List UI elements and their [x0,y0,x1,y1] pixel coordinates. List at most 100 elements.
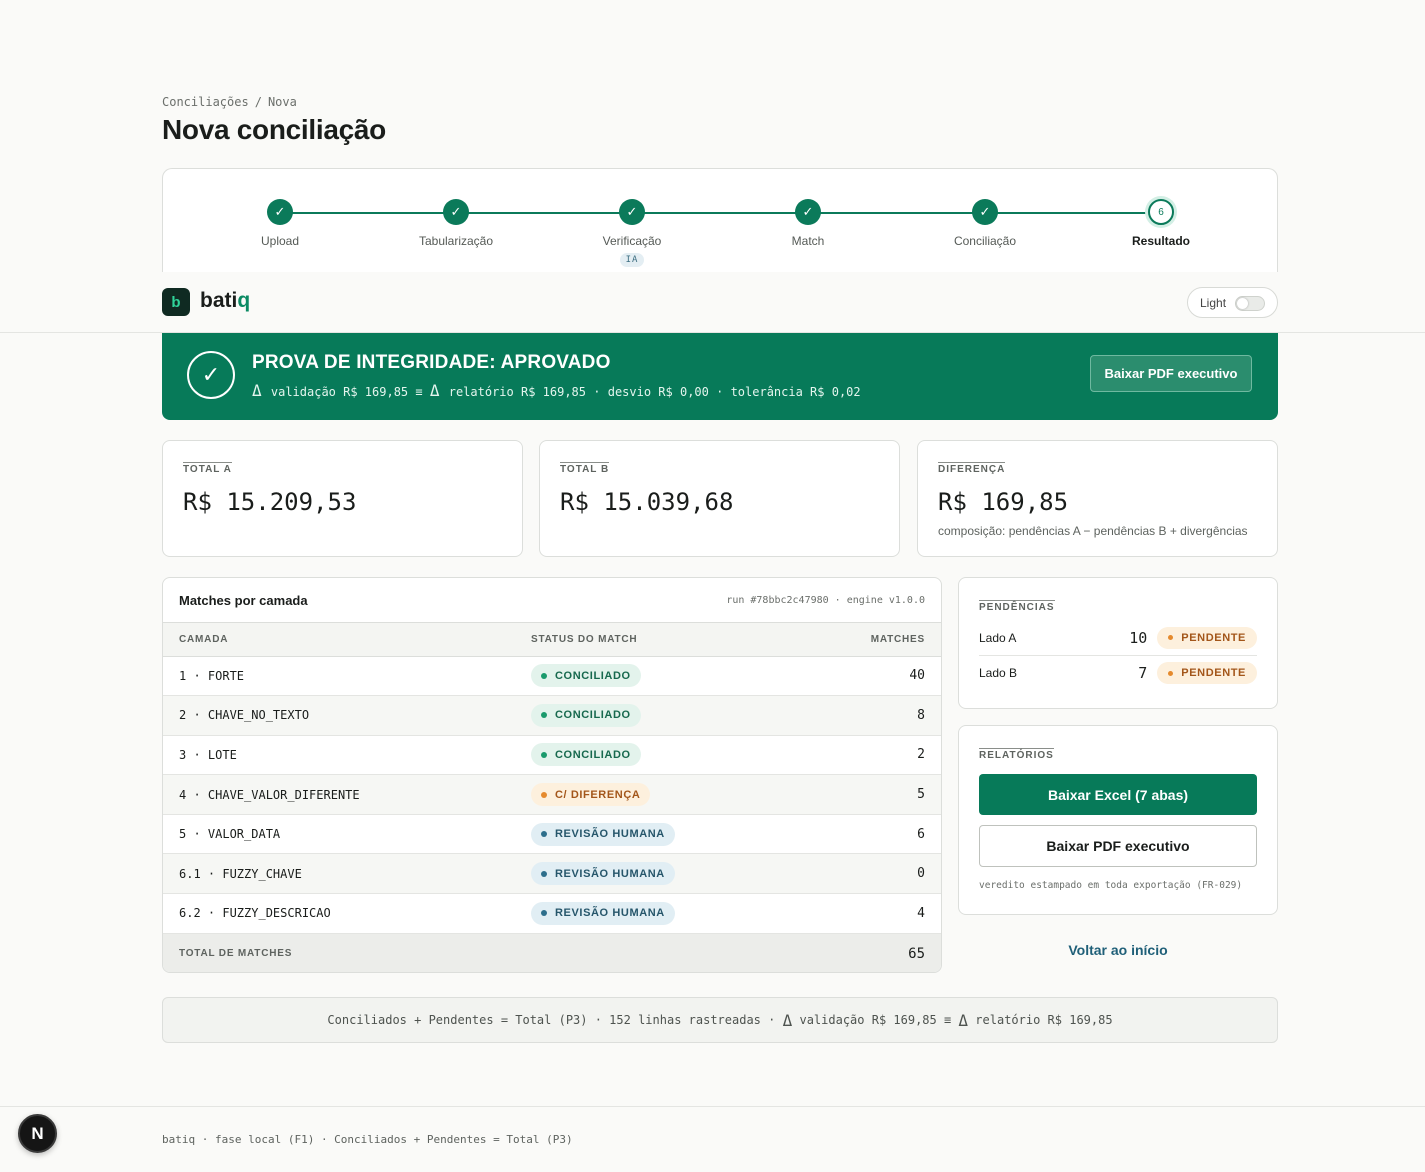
status-dot-icon [541,712,547,719]
ai-badge: IA [619,253,645,267]
delta-symbol: Δ [782,1010,793,1030]
pendencias-card: PENDÊNCIAS Lado A 10 PENDENTE Lado B 7 P… [958,577,1278,709]
brand-accent: q [237,289,251,312]
breadcrumb-separator: / [254,95,262,109]
stat-value: R$ 169,85 [938,488,1069,516]
stepper: ✓ Upload ✓ Tabularização ✓ Verificação I… [162,168,1278,278]
status-dot-icon [541,870,547,877]
integrity-banner: ✓ PROVA DE INTEGRIDADE: APROVADO Δ valid… [162,333,1278,420]
step-label: Resultado [1131,234,1190,248]
separator-dot: · [716,385,724,399]
status-text: REVISÃO HUMANA [555,828,665,841]
theme-toggle[interactable]: Light [1187,287,1278,318]
delta-symbol: Δ [958,1010,969,1030]
status-text: CONCILIADO [555,709,631,722]
toggle-knob [1237,298,1248,309]
pendencia-label: Lado A [979,630,1017,645]
nextjs-dev-icon[interactable]: N [18,1114,57,1153]
step-label: Match [791,234,825,248]
layer-cell: 6.2 · FUZZY_DESCRICAO [163,893,531,934]
table-header-bar: Matches por camada run #78bbc2c47980 · e… [163,578,941,623]
status-text: C/ DIFERENÇA [555,788,641,801]
pendencia-label: Lado B [979,666,1018,680]
stat-label: TOTAL B [560,462,610,475]
banner-report: relatório R$ 169,85 [448,385,587,399]
separator-dot: · [593,385,601,399]
table-total-row: TOTAL DE MATCHES 65 [163,933,941,972]
column-header-status: STATUS DO MATCH [531,623,807,657]
equiv-symbol: ≡ [415,385,423,399]
delta-symbol: Δ [252,381,262,400]
step-verificacao[interactable]: ✓ Verificação IA [552,199,712,267]
total-label: TOTAL DE MATCHES [163,933,807,972]
step-tabularizacao[interactable]: ✓ Tabularização [376,199,536,248]
status-text: CONCILIADO [555,669,631,682]
count-cell: 0 [806,853,941,895]
table-row: 3 · LOTE CONCILIADO 2 [163,735,941,776]
status-dot-icon [1168,635,1174,640]
status-badge: REVISÃO HUMANA [531,822,675,846]
banner-deviation: desvio R$ 0,00 [607,385,709,399]
banner-tolerance: tolerância R$ 0,02 [730,385,861,399]
banner-validation: validação R$ 169,85 [270,385,409,399]
brand-name[interactable]: batiq [200,289,250,313]
layer-cell: 4 · CHAVE_VALOR_DIFERENTE [163,774,531,815]
delta-symbol: Δ [429,381,440,400]
status-badge: REVISÃO HUMANA [531,901,675,925]
brand-main: bati [200,289,238,312]
stat-label: DIFERENÇA [938,462,1006,475]
count-cell: 4 [806,893,941,934]
status-dot-icon [541,791,547,798]
matches-table: CAMADA STATUS DO MATCH MATCHES 1 · FORTE… [163,623,941,972]
download-excel-button[interactable]: Baixar Excel (7 abas) [979,774,1257,815]
count-cell: 6 [806,814,941,855]
pendencias-title: PENDÊNCIAS [979,600,1055,613]
relatorios-card: RELATÓRIOS Baixar Excel (7 abas) Baixar … [958,725,1278,915]
status-text: PENDENTE [1181,631,1246,644]
invariant-part1: Conciliados + Pendentes = Total (P3) · 1… [327,1013,776,1027]
back-to-home-link[interactable]: Voltar ao início [958,942,1278,958]
status-badge: REVISÃO HUMANA [531,862,675,886]
logo-icon[interactable]: b [162,288,190,316]
download-pdf-button[interactable]: Baixar PDF executivo [979,825,1257,867]
layer-cell: 3 · LOTE [163,735,531,776]
status-badge: CONCILIADO [531,664,641,688]
toggle-switch[interactable] [1235,296,1265,311]
table-row: 2 · CHAVE_NO_TEXTO CONCILIADO 8 [163,695,941,736]
step-upload[interactable]: ✓ Upload [200,199,360,248]
layer-cell: 1 · FORTE [163,656,531,697]
footer-divider [0,1106,1425,1107]
step-conciliacao[interactable]: ✓ Conciliação [905,199,1065,248]
banner-summary: Δ validação R$ 169,85 ≡ Δ relatório R$ 1… [252,381,861,400]
banner-download-pdf-button[interactable]: Baixar PDF executivo [1090,355,1252,392]
status-dot-icon [541,672,547,679]
breadcrumb-parent-link[interactable]: Conciliações [162,95,249,109]
banner-title: PROVA DE INTEGRIDADE: APROVADO [252,352,611,373]
table-row: 1 · FORTE CONCILIADO 40 [163,656,941,697]
invariant-part2: validação R$ 169,85 ≡ [799,1013,952,1027]
theme-label: Light [1200,295,1227,310]
status-text: CONCILIADO [555,748,631,761]
pendencia-row-a: Lado A 10 PENDENTE [979,620,1257,656]
page-title: Nova conciliação [162,114,386,145]
relatorios-title: RELATÓRIOS [979,748,1054,761]
count-cell: 2 [806,735,941,776]
stat-card-diferenca: DIFERENÇA R$ 169,85 composição: pendênci… [917,440,1278,557]
pendencia-row-b: Lado B 7 PENDENTE [979,655,1257,691]
invariant-bar: Conciliados + Pendentes = Total (P3) · 1… [162,997,1278,1043]
pendencia-count: 10 [1129,628,1148,647]
step-resultado[interactable]: 6 Resultado [1081,199,1241,248]
stat-card-total-b: TOTAL B R$ 15.039,68 [539,440,900,557]
table-title: Matches por camada [179,592,308,608]
run-meta: run #78bbc2c47980 · engine v1.0.0 [726,594,925,606]
column-header-matches: MATCHES [806,623,941,657]
status-badge: PENDENTE [1157,662,1257,684]
stat-value: R$ 15.039,68 [560,488,734,516]
count-cell: 8 [806,695,941,736]
invariant-part3: relatório R$ 169,85 [975,1013,1113,1027]
step-match[interactable]: ✓ Match [728,199,888,248]
check-icon: ✓ [972,199,998,225]
table-row: 4 · CHAVE_VALOR_DIFERENTE C/ DIFERENÇA 5 [163,774,941,815]
column-header-camada: CAMADA [163,623,531,657]
check-icon: ✓ [795,199,821,225]
